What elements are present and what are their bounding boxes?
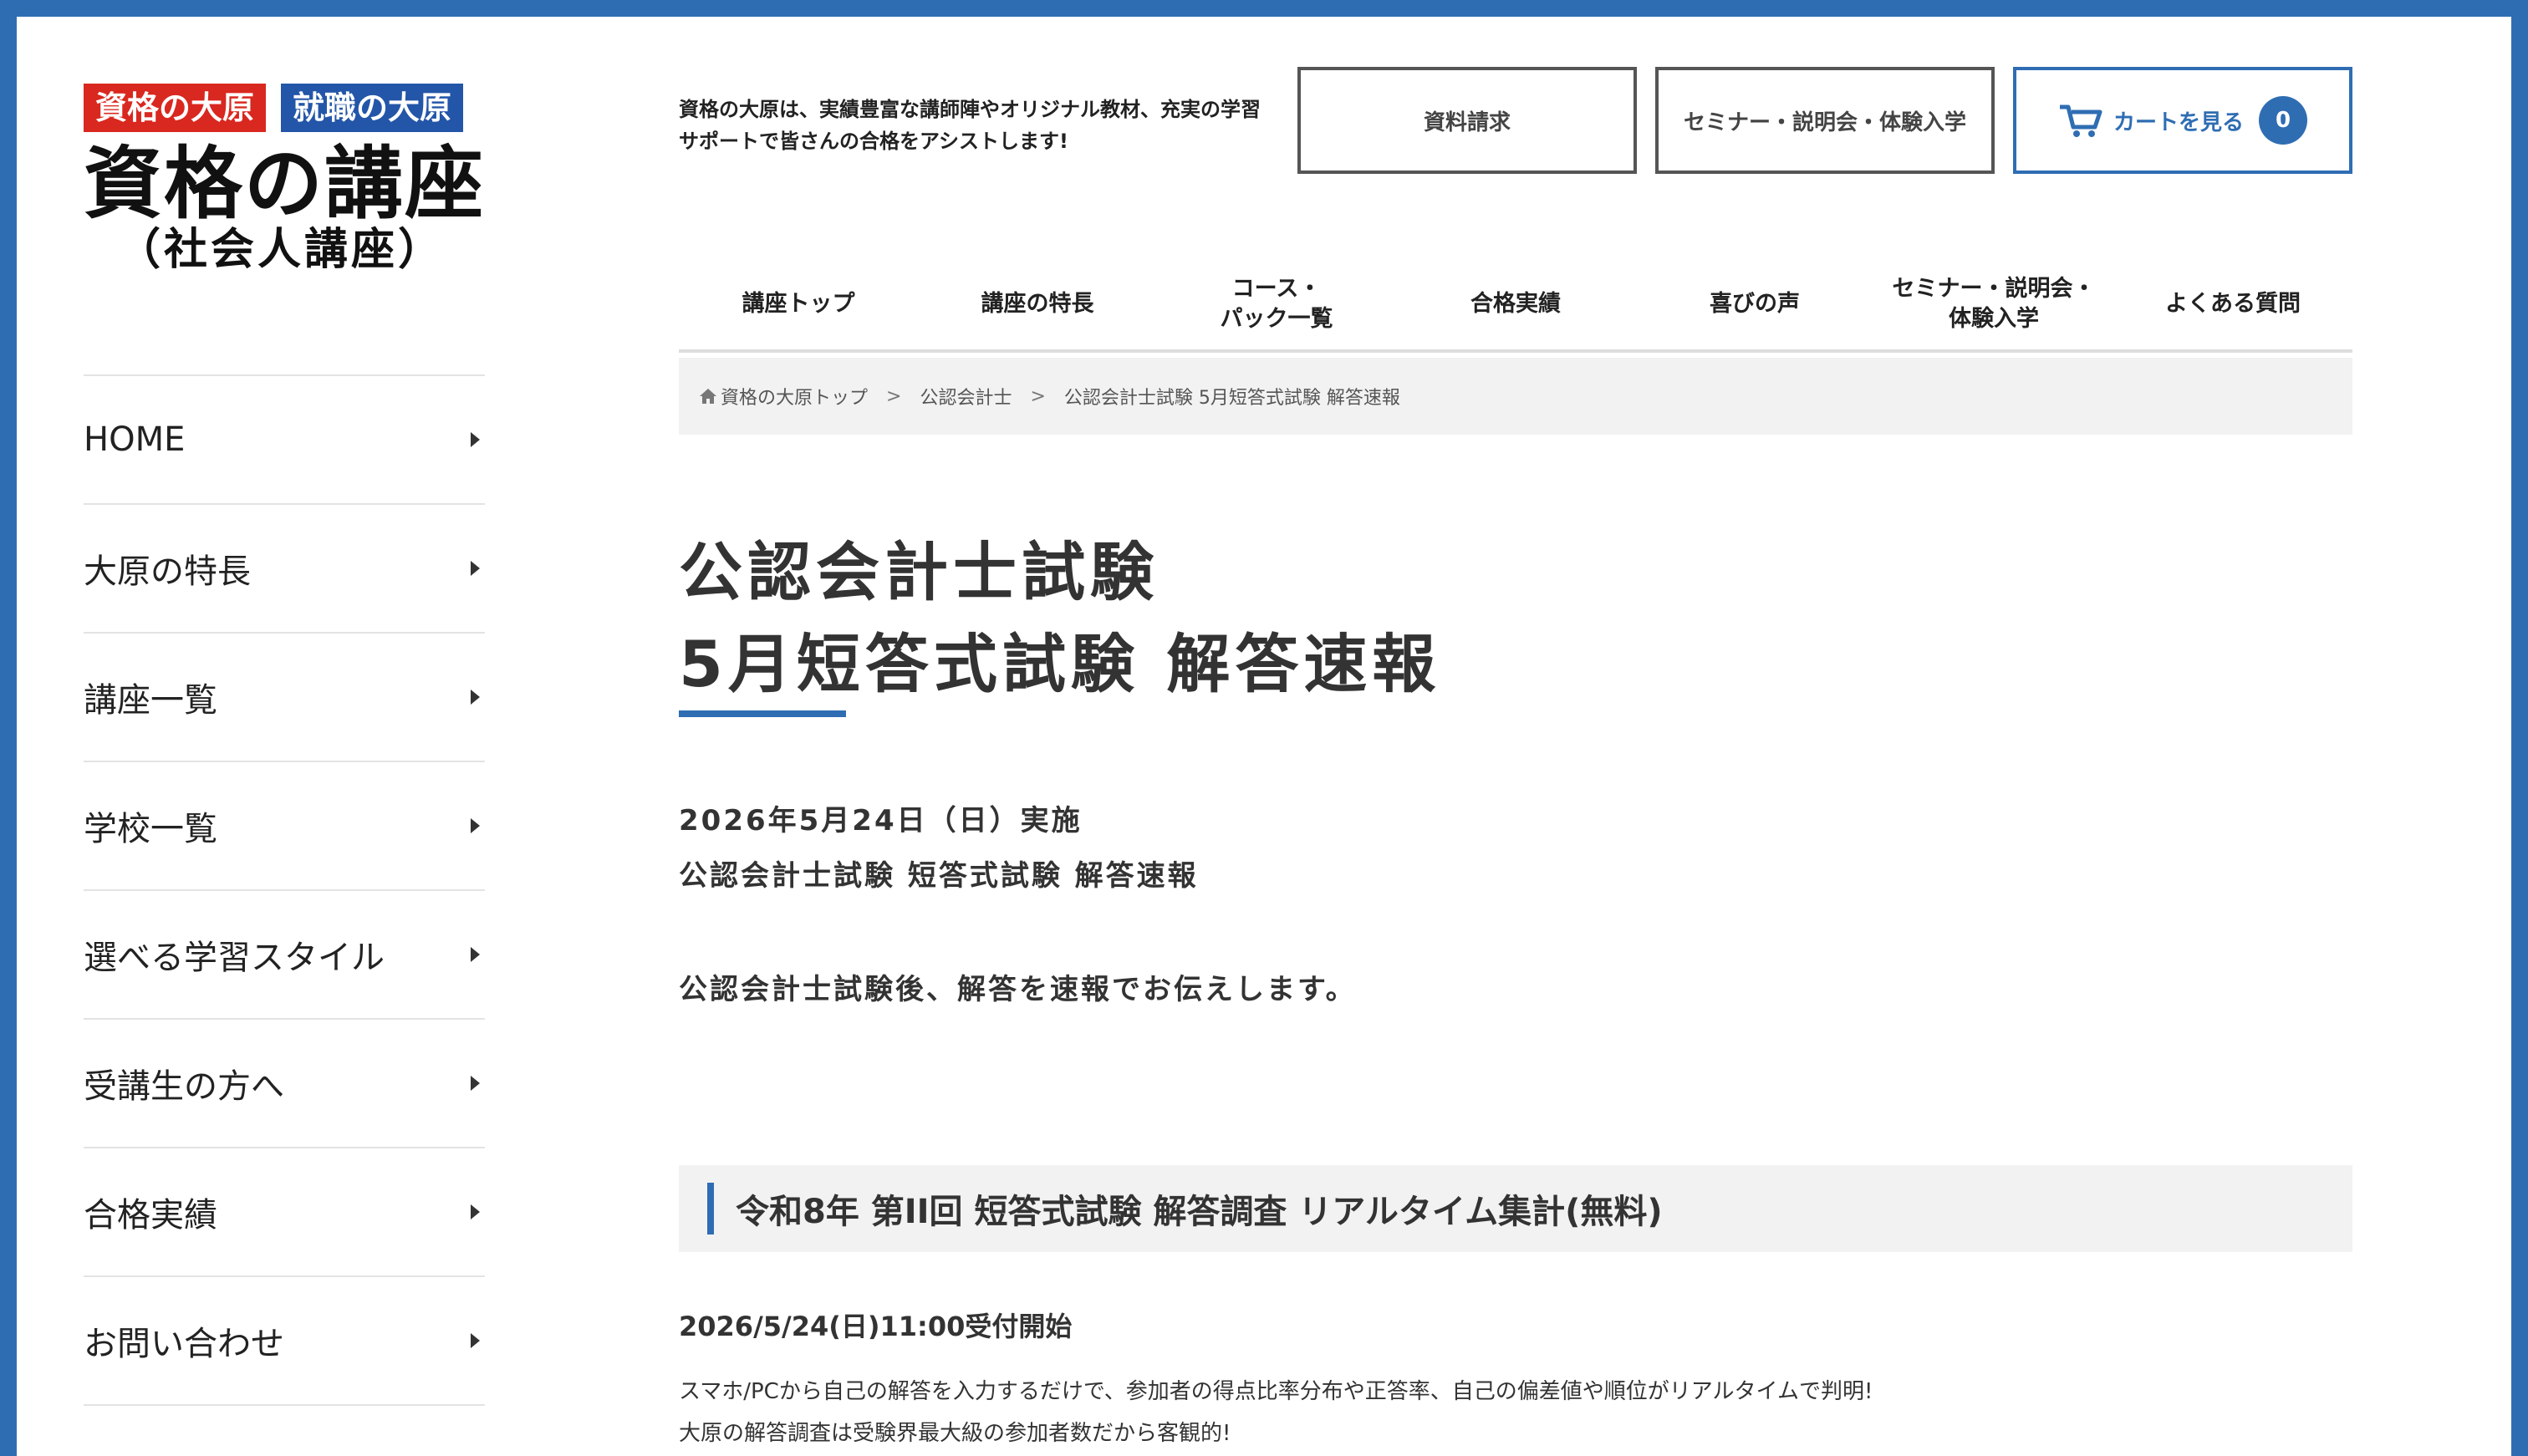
logo-badge-shushoku[interactable]: 就職の大原 [281, 84, 464, 132]
sidebar-item-results[interactable]: 合格実績 [84, 1147, 485, 1275]
breadcrumb-home-link[interactable]: 資格の大原トップ [721, 383, 868, 410]
sidebar-item-label: 合格実績 [84, 1196, 217, 1235]
chevron-right-icon [471, 1333, 480, 1348]
site-logo[interactable]: 資格の大原 就職の大原 資格の講座 （社会人講座） [84, 84, 485, 274]
tab-seminar[interactable]: セミナー・説明会・ 体験入学 [1874, 259, 2113, 349]
home-icon [700, 389, 716, 404]
logo-badge-shikaku[interactable]: 資格の大原 [84, 84, 267, 132]
sidebar-item-label: お問い合わせ [84, 1325, 284, 1363]
survey-description-2: 大原の解答調査は受験界最大級の参加者数だから客観的! [679, 1421, 1231, 1446]
sidebar-item-home[interactable]: HOME [84, 374, 485, 503]
chevron-right-icon [471, 1076, 480, 1091]
sidebar-item-label: HOME [84, 420, 186, 459]
sidebar-item-contact[interactable]: お問い合わせ [84, 1275, 485, 1406]
chevron-right-icon [471, 690, 480, 705]
chevron-right-icon [471, 818, 480, 833]
page: 資格の大原 就職の大原 資格の講座 （社会人講座） HOME 大原の特長 講座一… [17, 17, 2511, 1456]
seminar-button[interactable]: セミナー・説明会・体験入学 [1655, 67, 1995, 174]
tab-course-top[interactable]: 講座トップ [679, 259, 918, 349]
sidebar-item-label: 選べる学習スタイル [84, 939, 385, 977]
breadcrumb-separator: > [886, 385, 902, 407]
cart-count-badge: 0 [2259, 96, 2307, 145]
header-tagline: 資格の大原は、実績豊富な講師陣やオリジナル教材、充実の学習サポートで皆さんの合格… [679, 98, 1261, 153]
course-nav: 講座トップ 講座の特長 コース・ パック一覧 合格実績 喜びの声 セミナー・説明… [679, 259, 2352, 353]
section-accent-bar [707, 1183, 714, 1235]
sidebar-item-label: 講座一覧 [84, 681, 217, 720]
breadcrumb: 資格の大原トップ > 公認会計士 > 公認会計士試験 5月短答式試験 解答速報 [679, 358, 2352, 435]
sidebar-item-label: 学校一覧 [84, 810, 217, 848]
view-cart-button[interactable]: カートを見る 0 [2013, 67, 2352, 174]
tab-testimonials[interactable]: 喜びの声 [1635, 259, 1874, 349]
survey-description: スマホ/PCから自己の解答を入力するだけで、参加者の得点比率分布や正答率、自己の… [679, 1379, 1873, 1404]
page-title-line1: 公認会計士試験 [679, 535, 1159, 609]
page-title: 公認会計士試験 5月短答式試験 解答速報 [679, 527, 2184, 710]
survey-start-time: 2026/5/24(日)11:00受付開始 [679, 1311, 1073, 1342]
chevron-right-icon [471, 432, 480, 447]
seminar-label: セミナー・説明会・体験入学 [1683, 109, 1966, 135]
sidebar-item-courses[interactable]: 講座一覧 [84, 632, 485, 761]
sidebar-item-label: 大原の特長 [84, 552, 251, 591]
chevron-right-icon [471, 1204, 480, 1219]
breadcrumb-separator: > [1030, 385, 1046, 407]
chevron-right-icon [471, 947, 480, 962]
sidebar-item-features[interactable]: 大原の特長 [84, 503, 485, 632]
logo-title: 資格の講座 [84, 139, 486, 230]
exam-date: 2026年5月24日（日）実施 [679, 804, 1083, 837]
request-materials-button[interactable]: 資料請求 [1297, 67, 1637, 174]
logo-subtitle: （社会人講座） [117, 224, 446, 275]
breadcrumb-cpa-link[interactable]: 公認会計士 [920, 383, 1012, 410]
section-title: 令和8年 第II回 短答式試験 解答調査 リアルタイム集計(無料) [736, 1193, 1663, 1231]
sidebar-item-schools[interactable]: 学校一覧 [84, 761, 485, 889]
tab-faq[interactable]: よくある質問 [2113, 259, 2352, 349]
chevron-right-icon [471, 561, 480, 576]
sidebar-item-label: 受講生の方へ [84, 1067, 284, 1106]
tab-course-list[interactable]: コース・ パック一覧 [1157, 259, 1396, 349]
sidebar-nav: HOME 大原の特長 講座一覧 学校一覧 選べる学習スタイル 受講生の方へ 合格… [84, 374, 485, 1406]
cart-icon [2059, 104, 2102, 137]
sidebar-item-students[interactable]: 受講生の方へ [84, 1018, 485, 1147]
tab-course-features[interactable]: 講座の特長 [918, 259, 1157, 349]
breadcrumb-current: 公認会計士試験 5月短答式試験 解答速報 [1063, 388, 1400, 409]
tab-pass-results[interactable]: 合格実績 [1396, 259, 1635, 349]
intro-text: 公認会計士試験後、解答を速報でお伝えします。 [679, 973, 1357, 1006]
page-title-line2: 5月短答式試験 解答速報 [679, 627, 1441, 701]
title-underline [679, 710, 846, 717]
request-materials-label: 資料請求 [1423, 109, 1511, 135]
section-heading: 令和8年 第II回 短答式試験 解答調査 リアルタイム集計(無料) [679, 1165, 2352, 1252]
view-cart-label: カートを見る [2113, 109, 2244, 135]
exam-subtitle: 公認会計士試験 短答式試験 解答速報 [679, 859, 1199, 893]
sidebar-item-styles[interactable]: 選べる学習スタイル [84, 889, 485, 1018]
